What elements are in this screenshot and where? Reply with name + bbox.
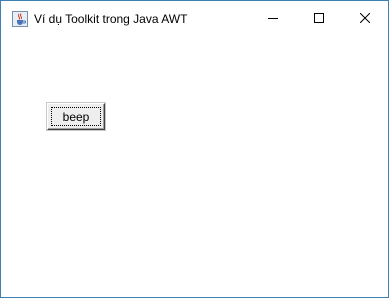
window-title: Ví dụ Toolkit trong Java AWT xyxy=(34,12,188,26)
client-area: beep xyxy=(1,34,388,297)
beep-button[interactable]: beep xyxy=(47,103,105,130)
maximize-icon xyxy=(314,12,324,23)
maximize-button[interactable] xyxy=(296,1,342,34)
minimize-button[interactable] xyxy=(250,1,296,34)
close-icon xyxy=(360,12,370,23)
close-button[interactable] xyxy=(342,1,388,34)
minimize-icon xyxy=(268,17,278,19)
beep-button-label: beep xyxy=(62,109,90,124)
title-bar[interactable]: Ví dụ Toolkit trong Java AWT xyxy=(1,1,388,34)
java-coffee-cup-icon[interactable] xyxy=(12,11,28,27)
app-window: Ví dụ Toolkit trong Java AWT beep xyxy=(0,0,389,298)
